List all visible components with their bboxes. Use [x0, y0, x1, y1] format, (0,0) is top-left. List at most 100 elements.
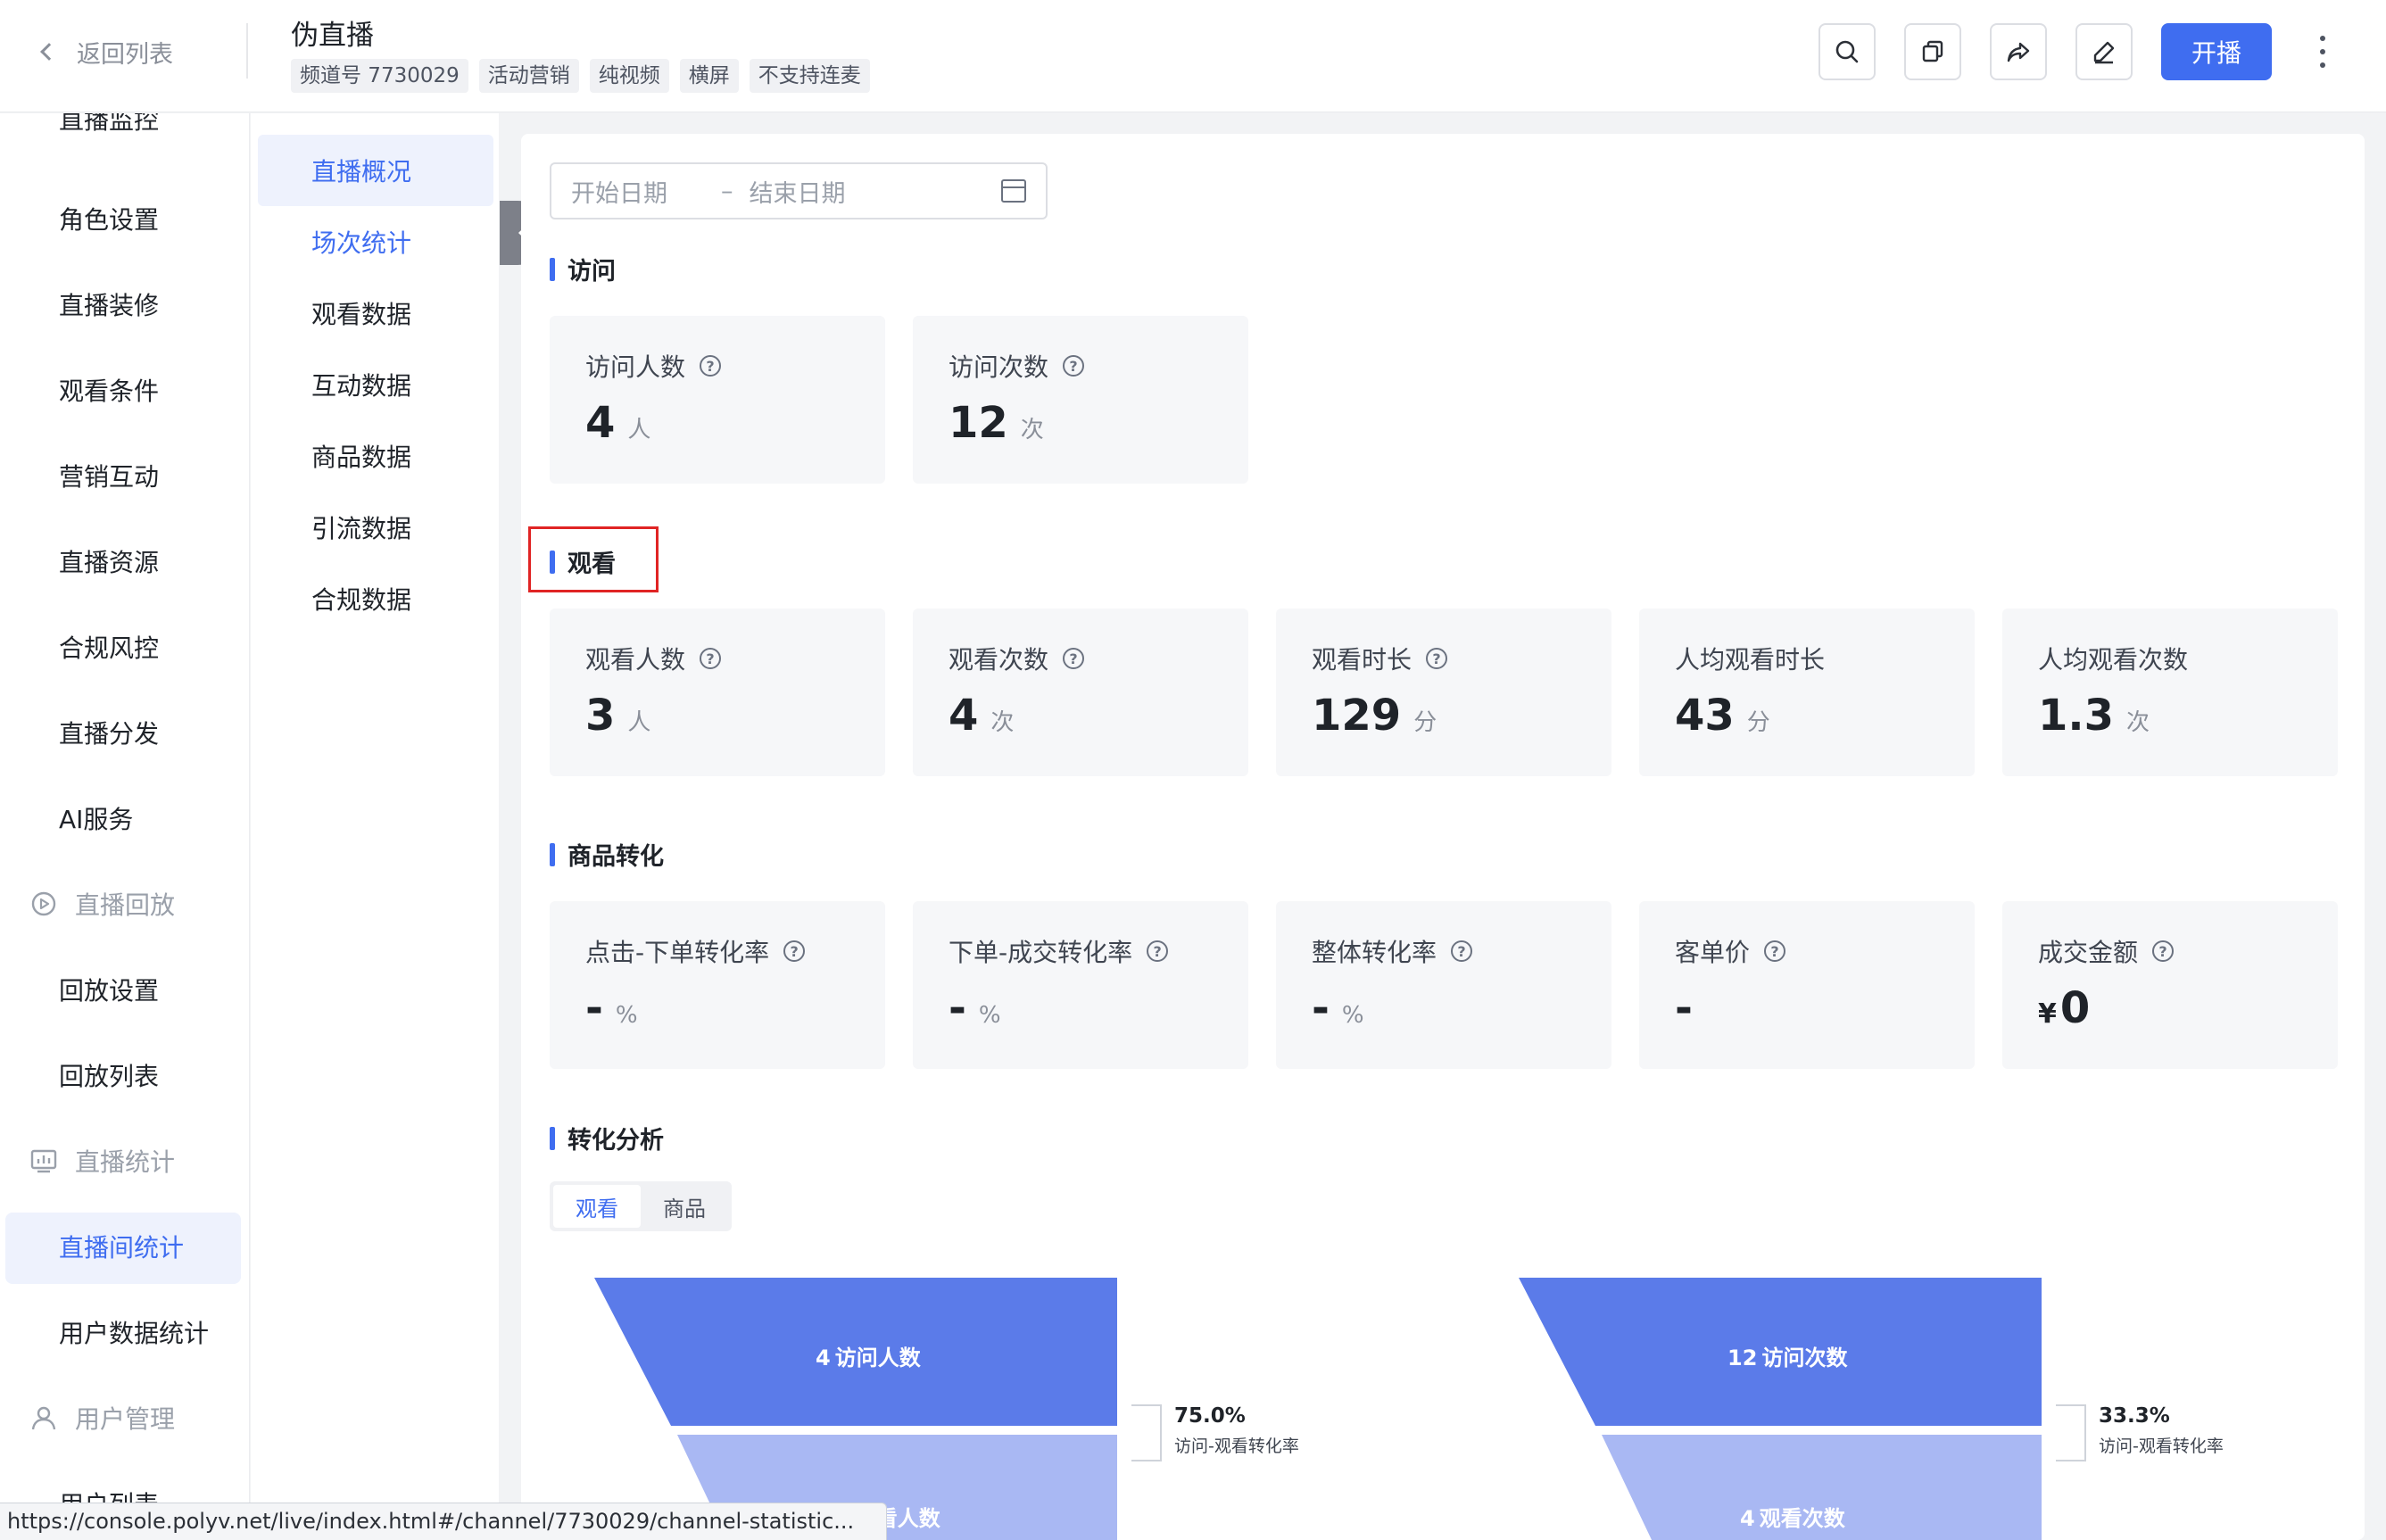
currency-symbol: ¥: [2038, 998, 2057, 1030]
help-icon[interactable]: ?: [2152, 940, 2175, 962]
sidebar-item-distribution[interactable]: 直播分发: [59, 715, 159, 750]
sidebar-item-replay-list[interactable]: 回放列表: [59, 1057, 159, 1093]
metric-value: 4: [585, 398, 616, 448]
tag-scene: 活动营销: [478, 59, 579, 93]
subnav-item-session-stats[interactable]: 场次统计: [311, 224, 411, 260]
metric-value: -: [1675, 983, 1693, 1033]
tab-goods[interactable]: 商品: [641, 1185, 728, 1228]
search-button[interactable]: [1818, 23, 1876, 80]
metric-label: 整体转化率: [1312, 938, 1437, 967]
metric-card-watch-duration: 观看时长? 129 分: [1276, 609, 1611, 776]
subnav-item-traffic-data[interactable]: 引流数据: [311, 509, 411, 545]
tag-media: 纯视频: [589, 59, 669, 93]
sidebar-item-replay-settings[interactable]: 回放设置: [59, 972, 159, 1007]
metric-card-overall-rate: 整体转化率? -%: [1276, 901, 1611, 1069]
metric-label: 访问次数: [949, 352, 1049, 382]
start-date-input[interactable]: 开始日期: [571, 174, 667, 209]
metric-unit: 人: [627, 417, 651, 443]
sidebar-group-stats[interactable]: 直播统计: [29, 1143, 175, 1179]
sidebar-item-decoration[interactable]: 直播装修: [59, 286, 159, 322]
sidebar-item-roles[interactable]: 角色设置: [59, 201, 159, 236]
subnav-item-overview[interactable]: 直播概况: [311, 153, 411, 188]
metric-card-deal-amount: 成交金额? ¥0: [2002, 901, 2338, 1069]
date-range-picker[interactable]: 开始日期 – 结束日期: [550, 162, 1048, 219]
analysis-tabs: 观看 商品: [550, 1181, 732, 1231]
chevron-left-icon: [40, 43, 58, 61]
help-icon[interactable]: ?: [783, 940, 806, 962]
help-icon[interactable]: ?: [1147, 940, 1169, 962]
subnav-item-watch-data[interactable]: 观看数据: [311, 295, 411, 331]
help-icon[interactable]: ?: [700, 648, 722, 669]
sidebar-item-watch-conditions[interactable]: 观看条件: [59, 372, 159, 408]
metric-card-click-order-rate: 点击-下单转化率? -%: [550, 901, 885, 1069]
metric-value: -: [949, 983, 966, 1033]
replay-icon: [31, 891, 56, 916]
more-icon[interactable]: [2311, 36, 2334, 68]
subnav-item-compliance-data[interactable]: 合规数据: [311, 581, 411, 617]
funnel-value: 12: [1727, 1345, 1758, 1370]
section-marker: [550, 1126, 555, 1150]
left-sidebar: 直播监控 角色设置 直播装修 观看条件 营销互动 直播资源 合规风控 直播分发 …: [0, 113, 250, 1540]
rate-bracket: [2056, 1404, 2086, 1461]
metric-label: 点击-下单转化率: [585, 938, 770, 967]
share-button[interactable]: [1990, 23, 2047, 80]
share-icon: [2007, 42, 2030, 62]
help-icon[interactable]: ?: [1451, 940, 1473, 962]
metric-unit: 次: [2126, 709, 2150, 736]
sidebar-item-marketing[interactable]: 营销互动: [59, 458, 159, 493]
metric-label: 观看次数: [949, 645, 1049, 675]
metric-value: -: [1312, 983, 1330, 1033]
section-marker: [550, 257, 555, 281]
help-icon[interactable]: ?: [1764, 940, 1786, 962]
search-icon: [1835, 40, 1859, 63]
metric-value: 1.3: [2038, 691, 2115, 741]
section-title-watch-text: 观看: [568, 551, 616, 578]
top-header: 返回列表 伪直播 频道号 7730029 活动营销 纯视频 横屏 不支持连麦 开…: [0, 0, 2386, 112]
funnel-right-top-label: 12 访问次数: [1727, 1340, 1848, 1371]
sidebar-group-replay-label: 直播回放: [75, 890, 176, 920]
help-icon[interactable]: ?: [700, 355, 722, 377]
section-title-analysis-text: 转化分析: [568, 1127, 664, 1155]
tab-watch[interactable]: 观看: [553, 1185, 641, 1228]
rate-label: 访问-观看转化率: [2099, 1437, 2224, 1456]
subnav-item-interaction-data[interactable]: 互动数据: [311, 367, 411, 402]
metric-label: 观看人数: [585, 645, 686, 675]
sidebar-item-compliance[interactable]: 合规风控: [59, 629, 159, 665]
header-divider: [246, 23, 248, 79]
metric-value: 0: [2059, 983, 2091, 1033]
metric-unit: 分: [1746, 709, 1770, 736]
start-live-button[interactable]: 开播: [2161, 23, 2272, 80]
funnel-left-top-label: 4 访问人数: [816, 1340, 921, 1371]
main-content: 开始日期 – 结束日期 访问 访问人数? 4人 访问次数? 12 次 观看 观看人…: [521, 134, 2365, 1540]
sidebar-item-resources[interactable]: 直播资源: [59, 543, 159, 579]
link-status-bar: https://console.polyv.net/live/index.htm…: [0, 1503, 887, 1540]
metric-label: 成交金额: [2038, 938, 2139, 967]
edit-button[interactable]: [2075, 23, 2133, 80]
sidebar-item-room-stats[interactable]: 直播间统计: [59, 1229, 184, 1264]
tag-channel-id: 频道号 7730029: [291, 59, 468, 93]
metric-card-visitors: 访问人数? 4人: [550, 316, 885, 484]
help-icon[interactable]: ?: [1063, 648, 1085, 669]
sidebar-item-live-monitor[interactable]: 直播监控: [59, 113, 159, 137]
back-label: 返回列表: [77, 40, 173, 69]
metric-card-avg-watch-count: 人均观看次数 1.3 次: [2002, 609, 2338, 776]
sidebar-item-user-stats[interactable]: 用户数据统计: [59, 1314, 209, 1350]
metric-unit: 次: [990, 709, 1015, 736]
subnav-item-goods-data[interactable]: 商品数据: [311, 438, 411, 474]
help-icon[interactable]: ?: [1426, 648, 1448, 669]
copy-button[interactable]: [1904, 23, 1961, 80]
sidebar-group-users[interactable]: 用户管理: [29, 1400, 175, 1436]
funnel-value: 4: [1740, 1506, 1755, 1531]
help-icon[interactable]: ?: [1063, 355, 1085, 377]
sidebar-group-replay[interactable]: 直播回放: [29, 886, 175, 922]
metric-label: 访问人数: [585, 352, 686, 382]
back-to-list-link[interactable]: 返回列表: [40, 32, 173, 71]
channel-tags: 频道号 7730029 活动营销 纯视频 横屏 不支持连麦: [291, 59, 870, 93]
sidebar-item-ai-service[interactable]: AI服务: [59, 800, 133, 836]
funnel-value: 4: [816, 1345, 831, 1370]
end-date-input[interactable]: 结束日期: [750, 174, 846, 209]
metric-label: 客单价: [1675, 938, 1751, 967]
sidebar-group-stats-label: 直播统计: [75, 1147, 176, 1177]
funnel-label: 观看次数: [1759, 1506, 1845, 1531]
metric-value: 3: [585, 691, 616, 741]
